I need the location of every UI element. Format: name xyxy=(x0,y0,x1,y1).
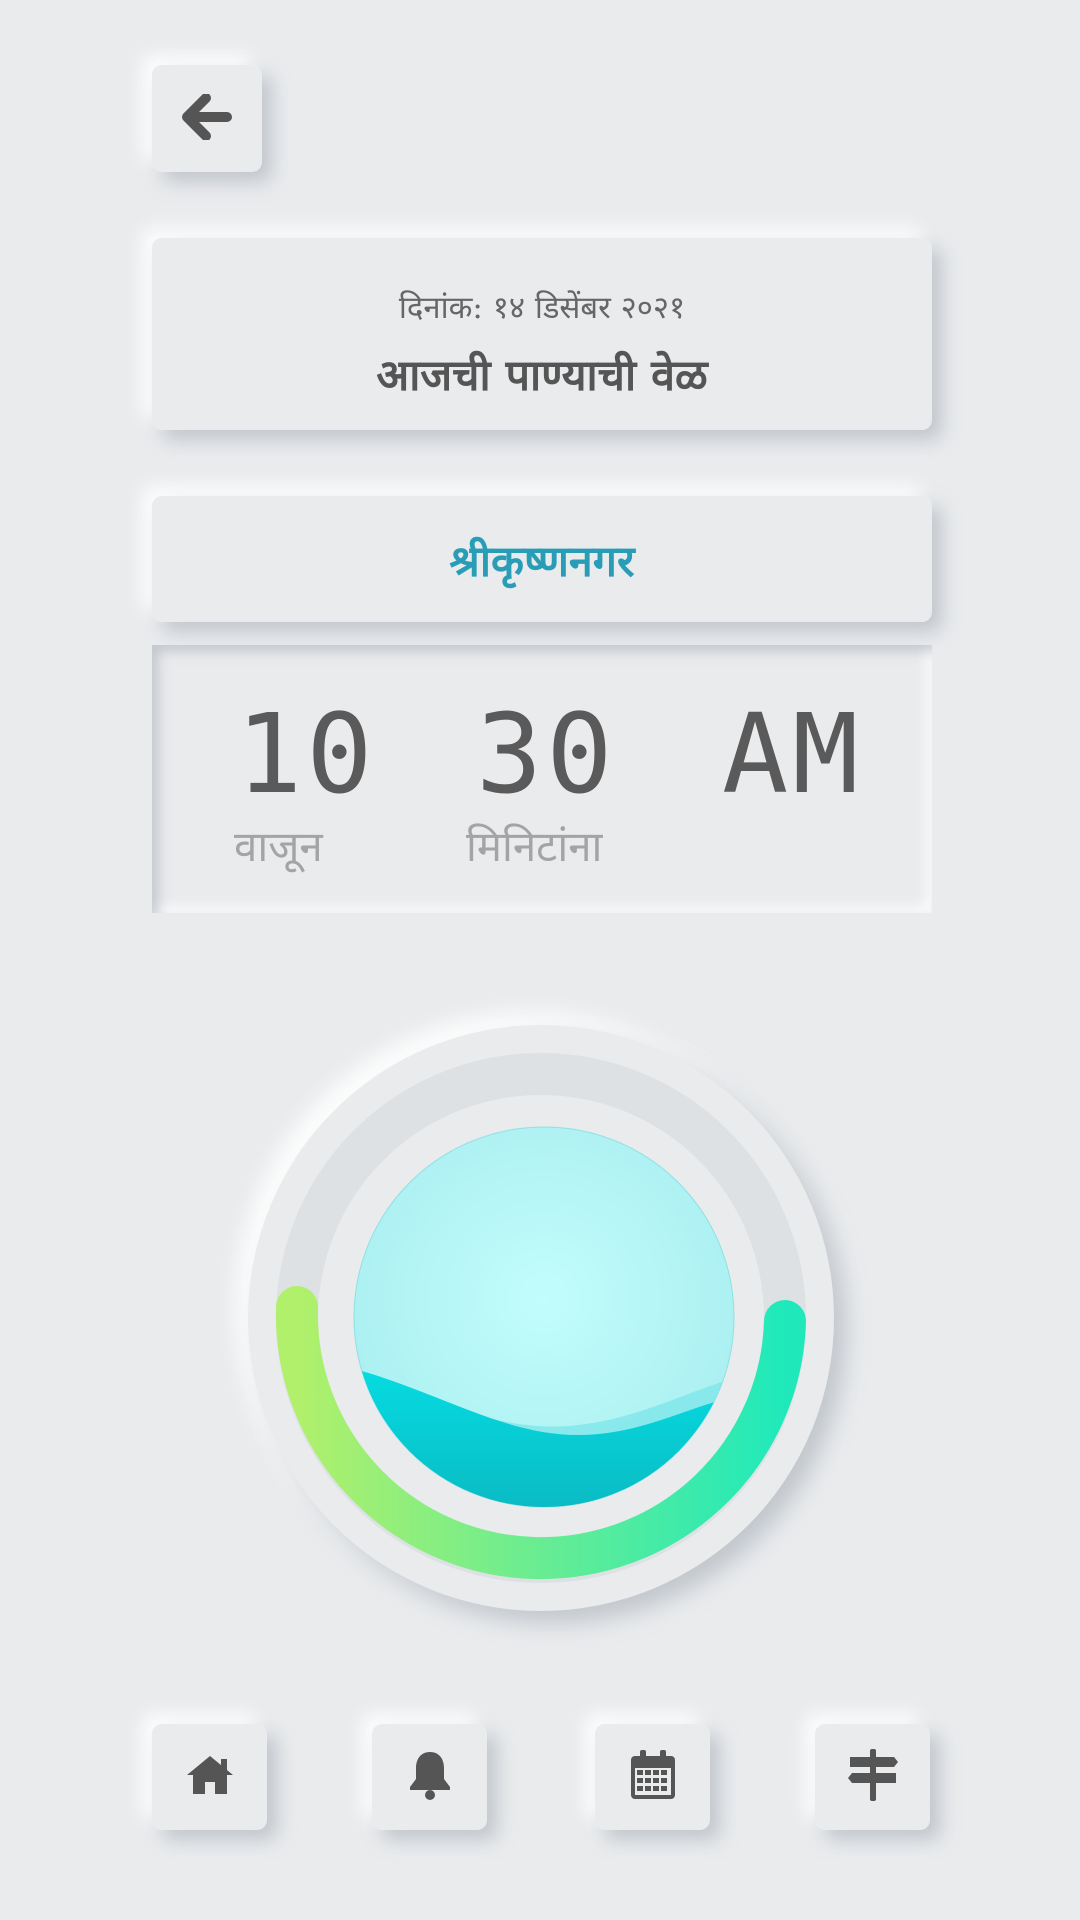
date-text: दिनांक: १४ डिसेंबर २०२१ xyxy=(398,290,686,326)
arrow-left-icon xyxy=(182,92,232,144)
back-button[interactable] xyxy=(152,65,262,172)
period-value: AM xyxy=(722,690,863,818)
calendar-icon xyxy=(628,1748,678,1806)
time-display: 10 30 AM वाजून मिनिटांना xyxy=(152,645,932,913)
hour-value: 10 xyxy=(236,690,377,818)
nav-notifications-button[interactable] xyxy=(372,1724,487,1830)
area-name: श्रीकृष्णनगर xyxy=(449,536,635,587)
signpost-icon xyxy=(846,1747,900,1807)
nav-home-button[interactable] xyxy=(152,1724,267,1830)
header-card: दिनांक: १४ डिसेंबर २०२१ आजची पाण्याची वे… xyxy=(152,238,932,430)
water-level-gauge xyxy=(248,1025,834,1611)
nav-directions-button[interactable] xyxy=(815,1724,930,1830)
minute-value: 30 xyxy=(476,690,617,818)
page-title: आजची पाण्याची वेळ xyxy=(376,351,708,401)
bell-icon xyxy=(407,1749,453,1805)
area-card[interactable]: श्रीकृष्णनगर xyxy=(152,496,932,622)
home-icon xyxy=(185,1753,235,1801)
minute-label: मिनिटांना xyxy=(466,822,603,871)
nav-calendar-button[interactable] xyxy=(595,1724,710,1830)
hour-label: वाजून xyxy=(234,822,323,871)
